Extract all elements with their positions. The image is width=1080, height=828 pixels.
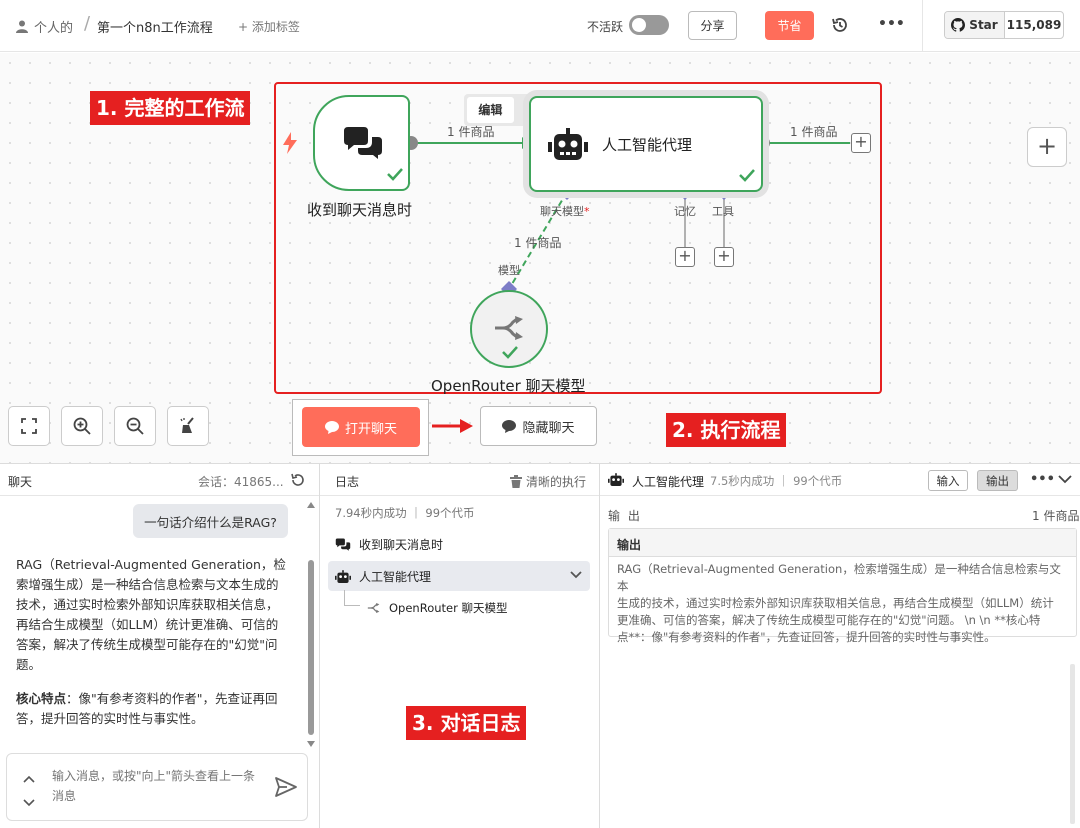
output-tab-button[interactable]: 输出 bbox=[977, 470, 1018, 491]
log-item-openrouter[interactable]: OpenRouter 聊天模型 bbox=[367, 600, 507, 616]
success-check-icon bbox=[739, 169, 755, 182]
openrouter-model-node-label: OpenRouter 聊天模型 bbox=[431, 377, 586, 395]
log-stats: 7.94秒内成功 ｜ 99个代币 bbox=[335, 506, 475, 520]
ai-agent-node-label: 人工智能代理 bbox=[602, 136, 693, 154]
chat-panel-header: 聊天 会话：41865... bbox=[0, 464, 319, 496]
openrouter-icon bbox=[367, 603, 380, 613]
chat-input-field[interactable] bbox=[52, 766, 262, 806]
output-panel: 人工智能代理 7.5秒内成功 ｜ 99个代币 输入 输出 ••• 输 出 1 件… bbox=[600, 464, 1080, 828]
output-node-name: 人工智能代理 bbox=[632, 475, 705, 489]
tidy-up-button[interactable] bbox=[167, 406, 209, 446]
annotation-execution-flow: 2. 执行流程 bbox=[666, 413, 787, 447]
fit-view-button[interactable] bbox=[8, 406, 50, 446]
trigger-bolt-icon bbox=[283, 132, 297, 154]
open-chat-button[interactable]: 打开聊天 bbox=[302, 407, 420, 447]
chat-bot-message: RAG（Retrieval-Augmented Generation，检索增强生… bbox=[16, 555, 288, 743]
chat-session-id[interactable]: 会话：41865... bbox=[198, 473, 284, 490]
chat-bot-key-point: 核心特点：像"有参考资料的作者"，先查证再回答，提升回答的实时性与事实性。 bbox=[16, 691, 278, 726]
scroll-down-icon[interactable] bbox=[307, 741, 315, 747]
chat-bubbles-icon bbox=[344, 127, 382, 159]
edge-label-model: 1 件商品 bbox=[514, 236, 562, 250]
fit-view-icon bbox=[21, 418, 37, 434]
handle-label-model: 模型 bbox=[498, 264, 520, 277]
edge-label-agent-output: 1 件商品 bbox=[790, 125, 838, 139]
output-item-count: 1 件商品 bbox=[1032, 509, 1080, 523]
add-memory-button[interactable]: + bbox=[675, 247, 695, 267]
zoom-out-icon bbox=[126, 417, 144, 435]
handle-label-tools: 工具 bbox=[712, 205, 734, 218]
output-stats: 7.5秒内成功 ｜ 99个代币 bbox=[710, 474, 843, 488]
chat-trigger-node[interactable] bbox=[313, 95, 410, 191]
zoom-in-button[interactable] bbox=[61, 406, 103, 446]
chat-panel-title: 聊天 bbox=[8, 475, 33, 489]
log-item-trigger[interactable]: 收到聊天消息时 bbox=[335, 536, 443, 553]
log-item-agent[interactable]: 人工智能代理 bbox=[335, 568, 431, 585]
zoom-in-icon bbox=[73, 417, 91, 435]
chat-icon bbox=[324, 420, 339, 434]
input-tab-button[interactable]: 输入 bbox=[928, 470, 968, 491]
output-table: 输出 RAG（Retrieval-Augmented Generation，检索… bbox=[608, 528, 1077, 644]
success-check-icon bbox=[502, 346, 518, 359]
send-icon[interactable] bbox=[274, 775, 298, 799]
broom-icon bbox=[180, 417, 194, 433]
history-arrows-icon[interactable] bbox=[21, 774, 37, 808]
output-section-label: 输 出 bbox=[608, 509, 642, 523]
log-tree-branch bbox=[344, 590, 360, 606]
edge-label-trigger-agent: 1 件商品 bbox=[447, 125, 495, 139]
chat-trigger-node-label: 收到聊天消息时 bbox=[307, 201, 413, 219]
output-table-cell[interactable]: RAG（Retrieval-Augmented Generation，检索增强生… bbox=[609, 557, 1076, 650]
clear-execution-label: 清晰的执行 bbox=[526, 475, 587, 489]
chevron-down-icon[interactable] bbox=[1058, 471, 1072, 487]
add-tool-button[interactable]: + bbox=[714, 247, 734, 267]
log-item-label: 收到聊天消息时 bbox=[359, 538, 444, 552]
open-chat-label: 打开聊天 bbox=[344, 421, 397, 437]
more-options-icon[interactable]: ••• bbox=[1030, 472, 1055, 487]
chevron-down-icon[interactable] bbox=[570, 571, 582, 579]
scroll-up-icon[interactable] bbox=[307, 502, 315, 508]
log-panel-header: 日志 清晰的执行 bbox=[320, 464, 599, 496]
chat-icon bbox=[502, 419, 517, 433]
output-scrollbar[interactable] bbox=[1070, 664, 1075, 824]
chat-scrollbar[interactable] bbox=[308, 560, 314, 735]
zoom-out-button[interactable] bbox=[114, 406, 156, 446]
openrouter-icon bbox=[495, 316, 523, 340]
robot-icon bbox=[548, 128, 588, 160]
log-panel: 日志 清晰的执行 7.94秒内成功 ｜ 99个代币 收到聊天消息时 人工智能代理… bbox=[320, 464, 600, 828]
output-table-header: 输出 bbox=[609, 529, 1076, 557]
output-panel-header: 人工智能代理 7.5秒内成功 ｜ 99个代币 输入 输出 ••• bbox=[600, 464, 1080, 496]
arrow-right-icon bbox=[432, 419, 473, 433]
chat-panel: 聊天 会话：41865... 一句话介绍什么是RAG? RAG（Retrieva… bbox=[0, 464, 320, 828]
openrouter-model-node[interactable] bbox=[470, 290, 548, 368]
annotation-complete-workflow: 1. 完整的工作流 bbox=[90, 91, 251, 125]
success-check-icon bbox=[387, 168, 403, 181]
chat-message-input[interactable] bbox=[6, 753, 308, 821]
bottom-panel: 聊天 会话：41865... 一句话介绍什么是RAG? RAG（Retrieva… bbox=[0, 463, 1080, 828]
add-next-node-button[interactable]: + bbox=[851, 133, 871, 153]
handle-label-chat-model: 聊天模型* bbox=[540, 205, 590, 218]
clear-execution-button[interactable]: 清晰的执行 bbox=[510, 473, 586, 490]
reset-session-icon[interactable] bbox=[290, 472, 306, 488]
hide-chat-button[interactable]: 隐藏聊天 bbox=[480, 406, 597, 446]
log-item-label: 人工智能代理 bbox=[359, 570, 432, 584]
annotation-chat-log: 3. 对话日志 bbox=[406, 706, 527, 740]
log-panel-title: 日志 bbox=[335, 475, 360, 489]
hide-chat-label: 隐藏聊天 bbox=[522, 420, 575, 436]
robot-icon bbox=[335, 569, 351, 583]
chat-bot-paragraph: RAG（Retrieval-Augmented Generation，检索增强生… bbox=[16, 557, 286, 672]
log-item-label: OpenRouter 聊天模型 bbox=[389, 601, 508, 615]
chat-bubbles-icon bbox=[335, 538, 351, 551]
handle-label-memory: 记忆 bbox=[674, 205, 696, 218]
robot-icon bbox=[608, 473, 624, 486]
chat-user-message: 一句话介绍什么是RAG? bbox=[133, 504, 288, 538]
trash-icon bbox=[510, 475, 522, 488]
